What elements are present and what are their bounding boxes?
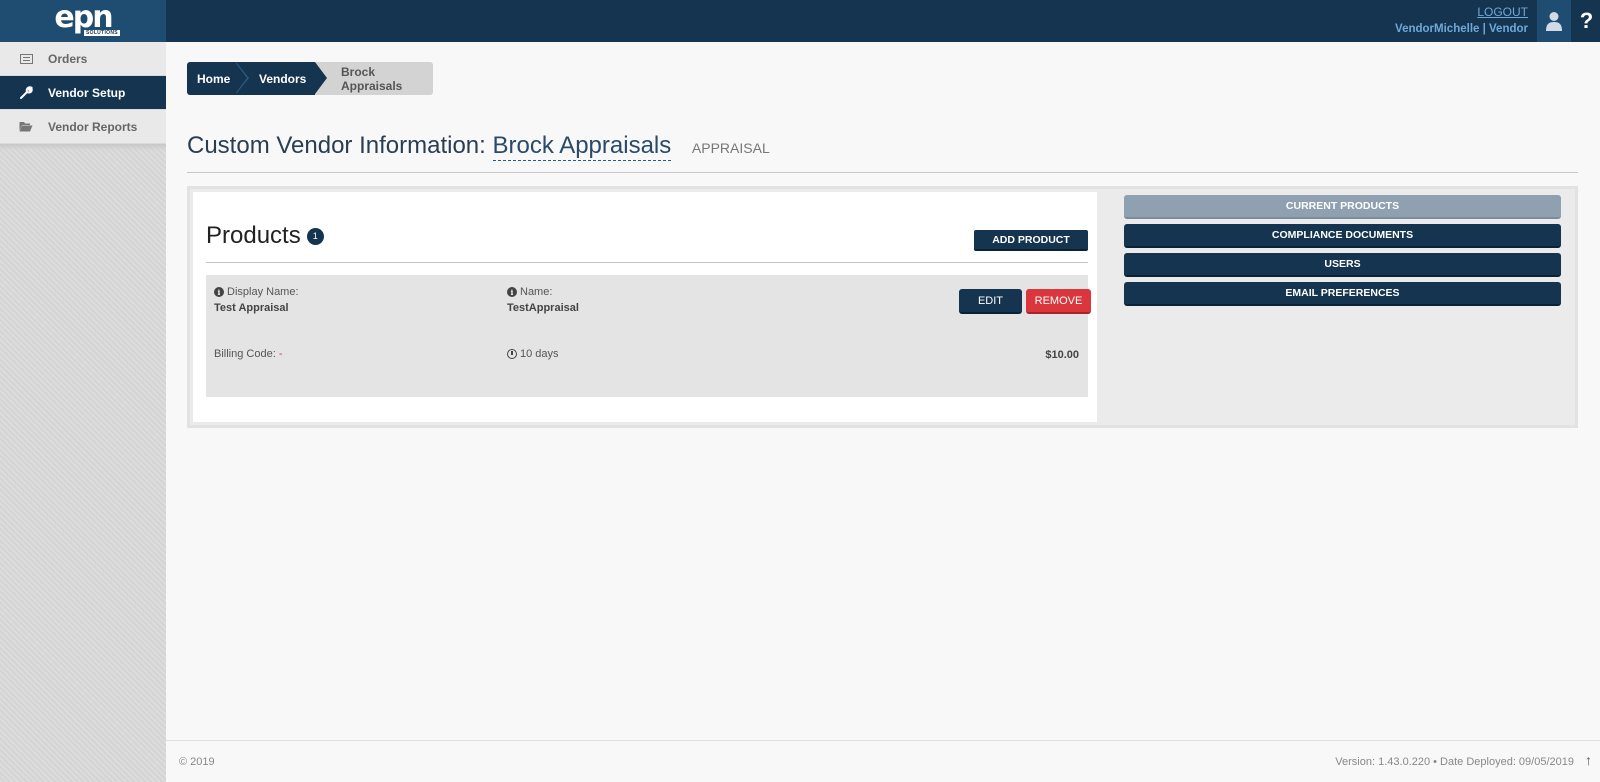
add-product-button[interactable]: ADD PRODUCT [974,230,1088,251]
name-label-row: i Name: [507,286,579,298]
folder-open-icon [18,120,34,134]
logo-text: epn [54,0,113,35]
products-pane: Products 1 ADD PRODUCT i Display Name: T… [193,192,1097,422]
sidebar-shadow [0,144,166,150]
info-icon: i [214,287,224,297]
edit-product-button[interactable]: EDIT [959,289,1022,314]
products-count-badge: 1 [306,227,324,245]
tab-users[interactable]: USERS [1124,253,1561,277]
products-title: Products [206,222,301,249]
tab-current-products[interactable]: CURRENT PRODUCTS [1124,195,1561,219]
sidebar-item-label: Vendor Setup [48,85,126,100]
vendor-section-tabs: CURRENT PRODUCTS COMPLIANCE DOCUMENTS US… [1124,195,1561,311]
footer: © 2019 Version: 1.43.0.220 • Date Deploy… [166,740,1600,782]
display-name-label-row: i Display Name: [214,286,299,298]
remove-product-button[interactable]: REMOVE [1026,289,1091,314]
display-name-label: Display Name: [227,286,299,298]
sidebar-item-label: Vendor Reports [48,119,138,134]
user-role: Vendor [1489,23,1528,35]
info-icon: i [507,287,517,297]
user-line: VendorMichelle | Vendor [1395,23,1528,35]
products-divider [206,262,1088,263]
scroll-top-icon[interactable]: ↑ [1585,752,1592,768]
product-price: $10.00 [1045,349,1079,361]
logo-subtext: SOLUTIONS [84,30,120,36]
sidebar-item-label: Orders [48,51,88,66]
wrench-icon [18,86,34,100]
logout-link[interactable]: LOGOUT [1395,5,1528,20]
username[interactable]: VendorMichelle [1395,23,1479,35]
title-divider [187,172,1578,173]
version-info: Version: 1.43.0.220 • Date Deployed: 09/… [1335,756,1574,768]
turnaround-row: 10 days [507,348,559,360]
sidebar-item-orders[interactable]: Orders [0,42,166,76]
breadcrumb: Home Vendors Brock Appraisals [187,62,433,95]
breadcrumb-current: Brock Appraisals [315,62,433,95]
user-area: LOGOUT VendorMichelle | Vendor [1395,5,1528,35]
list-icon [18,52,34,66]
user-profile-button[interactable] [1537,0,1571,42]
page-title-prefix: Custom Vendor Information: [187,132,486,159]
vendor-name-editable[interactable]: Brock Appraisals [492,132,672,161]
billing-code-value: - [278,348,283,360]
question-icon: ? [1579,8,1594,33]
name-value: TestAppraisal [507,302,579,314]
user-icon [1546,12,1562,31]
turnaround-value: 10 days [520,348,559,360]
tab-email-preferences[interactable]: EMAIL PREFERENCES [1124,282,1561,306]
top-header: epn SOLUTIONS LOGOUT VendorMichelle | Ve… [0,0,1600,42]
copyright: © 2019 [179,756,215,768]
clock-icon [507,349,517,359]
billing-code-label: Billing Code: [214,348,276,360]
page-title: Custom Vendor Information: Brock Apprais… [187,132,770,161]
display-name-value: Test Appraisal [214,302,289,314]
help-button[interactable]: ? [1573,0,1600,42]
name-label: Name: [520,286,553,298]
vendor-type: APPRAISAL [691,140,770,156]
product-card: i Display Name: Test Appraisal i Name: T… [206,275,1091,397]
sidebar-item-vendor-setup[interactable]: Vendor Setup [0,76,166,110]
sidebar: Orders Vendor Setup Vendor Reports [0,42,166,782]
tab-compliance-documents[interactable]: COMPLIANCE DOCUMENTS [1124,224,1561,248]
name-field: i Name: TestAppraisal [507,286,579,314]
breadcrumb-home[interactable]: Home [187,62,249,95]
display-name-field: i Display Name: Test Appraisal [214,286,299,314]
sidebar-item-vendor-reports[interactable]: Vendor Reports [0,110,166,144]
billing-code-field: Billing Code: - [214,348,283,360]
products-heading: Products 1 [206,222,324,250]
turnaround-field: 10 days [507,348,559,360]
logo[interactable]: epn SOLUTIONS [0,0,166,42]
